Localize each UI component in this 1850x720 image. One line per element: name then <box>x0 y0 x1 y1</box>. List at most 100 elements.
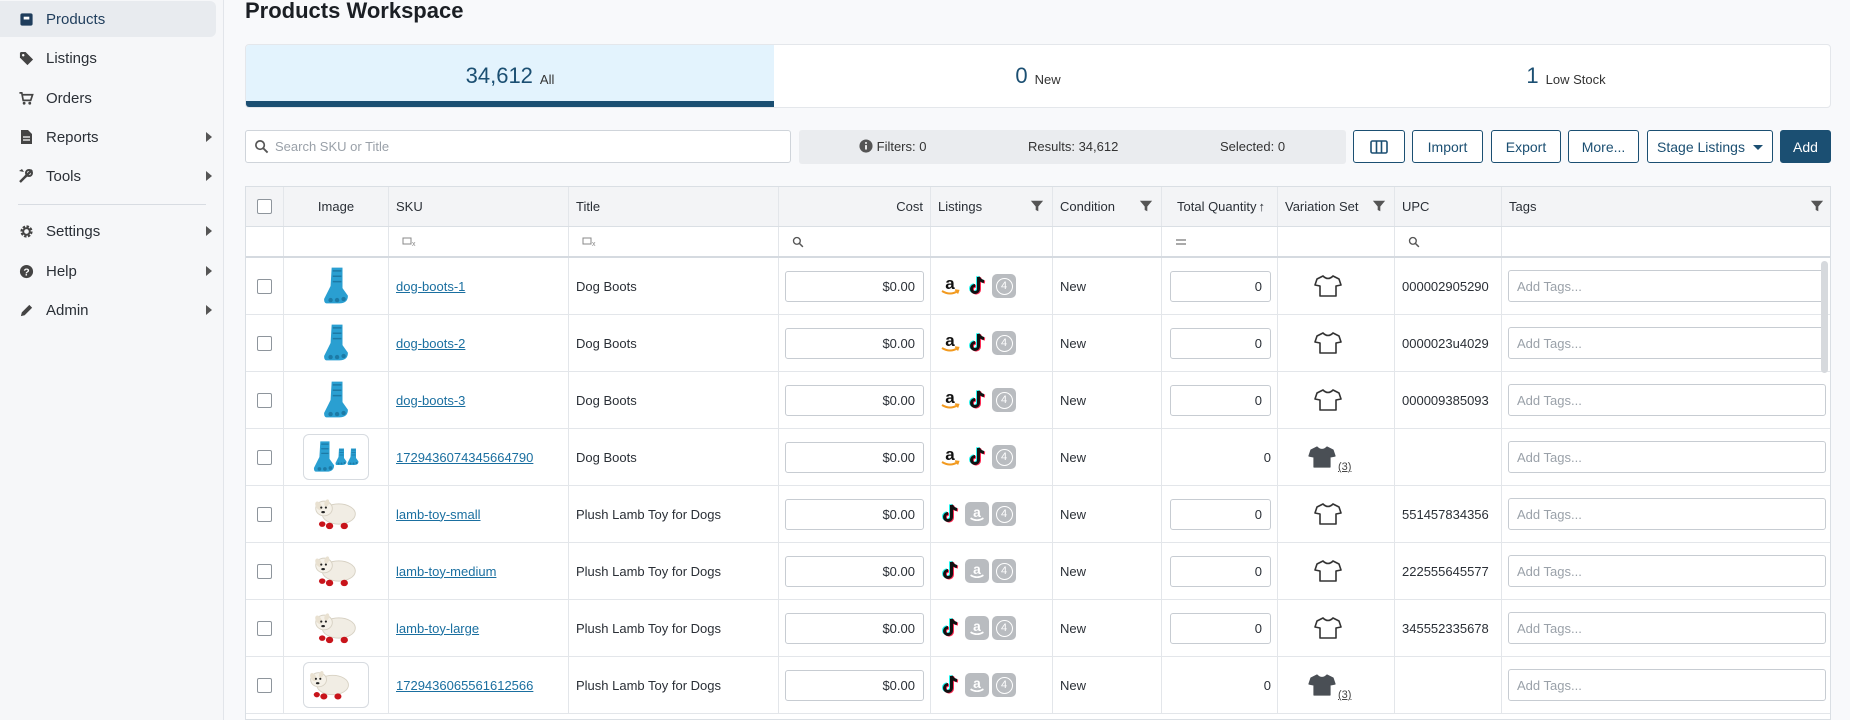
channel-4-icon[interactable]: 4 <box>992 388 1016 412</box>
product-thumbnail[interactable] <box>303 263 369 309</box>
filters-count[interactable]: Filters: 0 <box>859 139 926 154</box>
export-button[interactable]: Export <box>1491 130 1561 163</box>
amazon-icon[interactable] <box>965 559 989 583</box>
vertical-scrollbar[interactable] <box>1821 261 1828 373</box>
channel-4-icon[interactable]: 4 <box>992 673 1016 697</box>
cost-input[interactable]: $0.00 <box>785 556 924 587</box>
amazon-icon[interactable] <box>965 502 989 526</box>
quantity-input[interactable]: 0 <box>1170 499 1271 530</box>
table-row[interactable]: 1729436074345664790 Dog Boots $0.00 4 Ne… <box>246 429 1830 486</box>
sku-link[interactable]: dog-boots-2 <box>396 336 465 351</box>
variation-count[interactable]: (3) <box>1338 461 1351 473</box>
tiktok-icon[interactable] <box>965 274 989 298</box>
table-row[interactable]: dog-boots-2 Dog Boots $0.00 4 New 0 0000… <box>246 315 1830 372</box>
row-checkbox[interactable] <box>257 278 272 294</box>
quantity-input[interactable]: 0 <box>1170 328 1271 359</box>
tiktok-icon[interactable] <box>938 502 962 526</box>
header-condition[interactable]: Condition <box>1053 187 1162 226</box>
row-checkbox[interactable] <box>257 620 272 636</box>
variation-count[interactable]: (3) <box>1338 689 1351 701</box>
product-thumbnail[interactable] <box>303 320 369 366</box>
row-checkbox[interactable] <box>257 392 272 408</box>
variation-set-icon[interactable] <box>1314 502 1342 526</box>
header-title[interactable]: Title <box>569 187 779 226</box>
cost-input[interactable]: $0.00 <box>785 328 924 359</box>
header-total-quantity[interactable]: Total Quantity ↑ <box>1162 187 1278 226</box>
product-thumbnail[interactable] <box>303 491 369 537</box>
table-row[interactable]: dog-boots-3 Dog Boots $0.00 4 New 0 0000… <box>246 372 1830 429</box>
channel-4-icon[interactable]: 4 <box>992 559 1016 583</box>
amazon-icon[interactable] <box>938 331 962 355</box>
quantity-input[interactable]: 0 <box>1170 613 1271 644</box>
row-checkbox[interactable] <box>257 335 272 351</box>
filter-icon[interactable] <box>1139 199 1153 213</box>
filter-icon[interactable] <box>1030 199 1044 213</box>
tags-input[interactable]: Add Tags... <box>1508 384 1826 416</box>
sidebar-item-orders[interactable]: Orders <box>0 80 216 116</box>
table-row[interactable]: dog-boots-1 Dog Boots $0.00 4 New 0 0000… <box>246 258 1830 315</box>
tiktok-icon[interactable] <box>965 388 989 412</box>
variation-set-icon[interactable] <box>1314 559 1342 583</box>
tags-input[interactable]: Add Tags... <box>1508 270 1826 302</box>
header-cost[interactable]: Cost <box>779 187 931 226</box>
filter-icon[interactable] <box>1372 199 1386 213</box>
import-button[interactable]: Import <box>1412 130 1483 163</box>
upc-filter[interactable] <box>1395 227 1502 256</box>
stage-listings-dropdown[interactable]: Stage Listings <box>1647 130 1773 163</box>
row-checkbox[interactable] <box>257 677 272 693</box>
tab-all[interactable]: 34,612 All <box>246 45 774 107</box>
channel-4-icon[interactable]: 4 <box>992 616 1016 640</box>
more-button[interactable]: More... <box>1568 130 1639 163</box>
product-thumbnail[interactable] <box>303 377 369 423</box>
amazon-icon[interactable] <box>965 673 989 697</box>
tab-new[interactable]: 0 New <box>774 45 1302 107</box>
channel-4-icon[interactable]: 4 <box>992 502 1016 526</box>
amazon-icon[interactable] <box>938 445 962 469</box>
sku-link[interactable]: dog-boots-3 <box>396 393 465 408</box>
sku-link[interactable]: dog-boots-1 <box>396 279 465 294</box>
sidebar-item-listings[interactable]: Listings <box>0 40 216 76</box>
sidebar-item-help[interactable]: ? Help <box>0 253 216 289</box>
header-listings[interactable]: Listings <box>931 187 1053 226</box>
variation-set-icon[interactable] <box>1314 616 1342 640</box>
quantity-input[interactable]: 0 <box>1170 385 1271 416</box>
tab-low-stock[interactable]: 1 Low Stock <box>1302 45 1830 107</box>
product-thumbnail[interactable] <box>303 548 369 594</box>
variation-set-icon[interactable] <box>1314 331 1342 355</box>
row-checkbox[interactable] <box>257 563 272 579</box>
quantity-input[interactable]: 0 <box>1170 271 1271 302</box>
row-checkbox[interactable] <box>257 449 272 465</box>
tiktok-icon[interactable] <box>965 331 989 355</box>
variation-set-icon[interactable] <box>1314 274 1342 298</box>
sku-link[interactable]: lamb-toy-medium <box>396 564 496 579</box>
tags-input[interactable]: Add Tags... <box>1508 669 1826 701</box>
tiktok-icon[interactable] <box>938 559 962 583</box>
sku-link[interactable]: lamb-toy-small <box>396 507 481 522</box>
sku-filter[interactable]: x <box>389 227 569 256</box>
tags-input[interactable]: Add Tags... <box>1508 612 1826 644</box>
table-row[interactable]: lamb-toy-small Plush Lamb Toy for Dogs $… <box>246 486 1830 543</box>
cost-input[interactable]: $0.00 <box>785 499 924 530</box>
tags-input[interactable]: Add Tags... <box>1508 498 1826 530</box>
sidebar-item-settings[interactable]: Settings <box>0 213 216 249</box>
row-checkbox[interactable] <box>257 506 272 522</box>
sku-link[interactable]: lamb-toy-large <box>396 621 479 636</box>
title-filter[interactable]: x <box>569 227 779 256</box>
variation-set-filled-icon[interactable] <box>1308 673 1336 697</box>
search-input[interactable] <box>275 139 755 154</box>
header-upc[interactable]: UPC <box>1395 187 1502 226</box>
quantity-input[interactable]: 0 <box>1170 556 1271 587</box>
product-thumbnail[interactable] <box>303 434 369 480</box>
select-all-checkbox[interactable] <box>257 199 272 214</box>
cost-input[interactable]: $0.00 <box>785 442 924 473</box>
channel-4-icon[interactable]: 4 <box>992 331 1016 355</box>
tiktok-icon[interactable] <box>938 673 962 697</box>
table-row[interactable]: lamb-toy-medium Plush Lamb Toy for Dogs … <box>246 543 1830 600</box>
amazon-icon[interactable] <box>938 388 962 412</box>
header-tags[interactable]: Tags <box>1502 187 1831 226</box>
table-row[interactable]: 1729436065561612566 Plush Lamb Toy for D… <box>246 657 1830 714</box>
cost-input[interactable]: $0.00 <box>785 271 924 302</box>
cost-input[interactable]: $0.00 <box>785 613 924 644</box>
tiktok-icon[interactable] <box>965 445 989 469</box>
amazon-icon[interactable] <box>965 616 989 640</box>
